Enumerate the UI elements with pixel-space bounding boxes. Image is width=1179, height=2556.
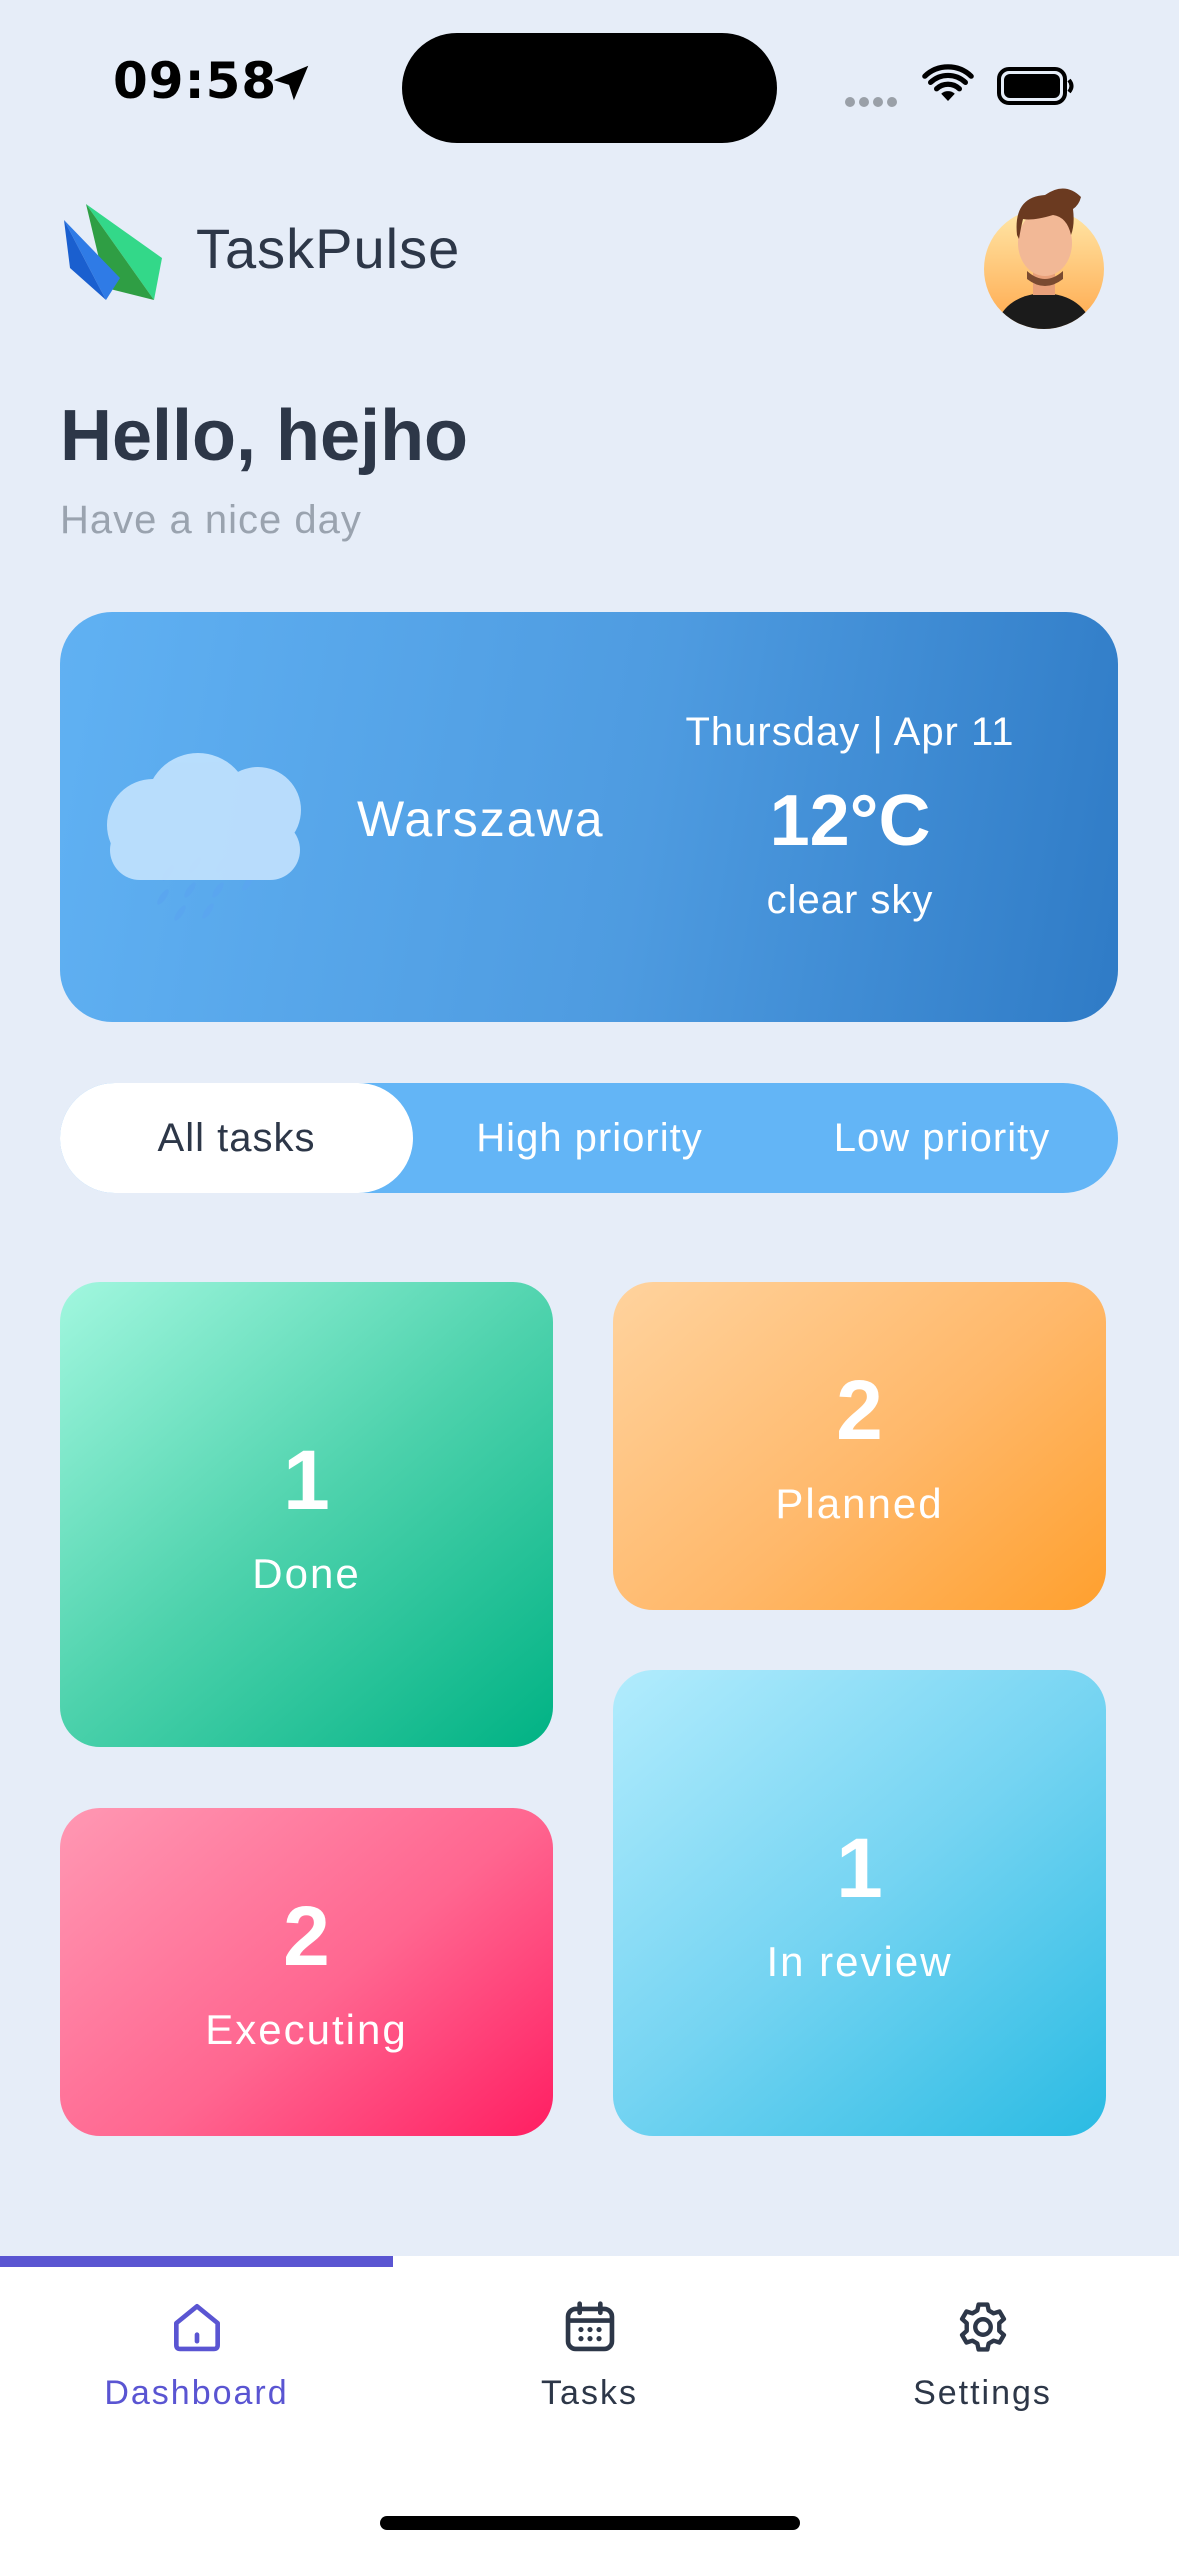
active-tab-indicator	[0, 2256, 393, 2267]
weather-temperature: 12°C	[769, 781, 931, 861]
priority-filter-tabs: All tasks High priority Low priority	[60, 1083, 1118, 1193]
nav-dashboard[interactable]: Dashboard	[0, 2256, 393, 2506]
tab-high-priority[interactable]: High priority	[413, 1083, 766, 1193]
executing-label: Executing	[205, 2006, 408, 2053]
in-review-label: In review	[766, 1938, 953, 1985]
tab-all-tasks[interactable]: All tasks	[60, 1083, 413, 1193]
tab-low-priority[interactable]: Low priority	[766, 1083, 1118, 1193]
executing-count: 2	[283, 1889, 330, 1983]
battery-icon	[997, 67, 1074, 105]
home-icon	[174, 2304, 220, 2352]
cellular-signal-icon	[845, 92, 901, 111]
nav-dashboard-label: Dashboard	[104, 2374, 289, 2412]
bottom-nav: Dashboard Tasks Settings	[0, 2256, 1179, 2556]
done-count: 1	[283, 1433, 330, 1527]
greeting-title: Hello, hejho	[60, 396, 469, 476]
planned-count: 2	[836, 1363, 883, 1457]
taskpulse-logo-icon	[64, 204, 162, 300]
greeting-subtitle: Have a nice day	[60, 498, 362, 542]
planned-card[interactable]: 2 Planned	[613, 1282, 1106, 1610]
done-card[interactable]: 1 Done	[60, 1282, 553, 1747]
location-arrow-icon	[273, 65, 309, 101]
dynamic-island	[402, 33, 777, 143]
in-review-count: 1	[836, 1821, 883, 1915]
home-indicator[interactable]	[380, 2516, 800, 2530]
in-review-card[interactable]: 1 In review	[613, 1670, 1106, 2136]
nav-tasks[interactable]: Tasks	[393, 2256, 786, 2506]
gear-icon	[959, 2302, 1007, 2352]
calendar-icon	[565, 2301, 615, 2352]
status-time: 09:58	[113, 52, 278, 110]
weather-description: clear sky	[766, 878, 934, 922]
done-label: Done	[252, 1550, 361, 1597]
app-title: TaskPulse	[196, 217, 461, 280]
planned-label: Planned	[775, 1480, 944, 1527]
nav-tasks-label: Tasks	[541, 2374, 638, 2412]
weather-date: Thursday | Apr 11	[685, 710, 1015, 754]
nav-settings[interactable]: Settings	[786, 2256, 1179, 2506]
wifi-icon	[922, 64, 974, 101]
rain-cloud-icon	[107, 753, 301, 921]
weather-city: Warszawa	[357, 791, 605, 847]
nav-settings-label: Settings	[913, 2374, 1052, 2412]
executing-card[interactable]: 2 Executing	[60, 1808, 553, 2136]
user-avatar[interactable]	[983, 175, 1106, 330]
